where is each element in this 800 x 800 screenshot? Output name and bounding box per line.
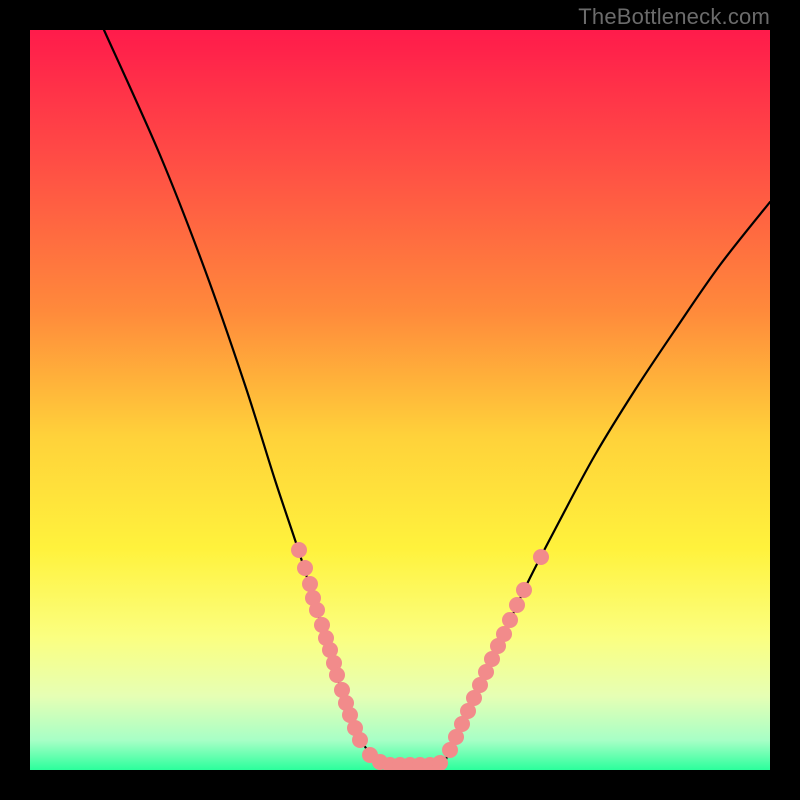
chart-frame	[30, 30, 770, 770]
watermark-text: TheBottleneck.com	[578, 4, 770, 30]
gradient-background	[30, 30, 770, 770]
